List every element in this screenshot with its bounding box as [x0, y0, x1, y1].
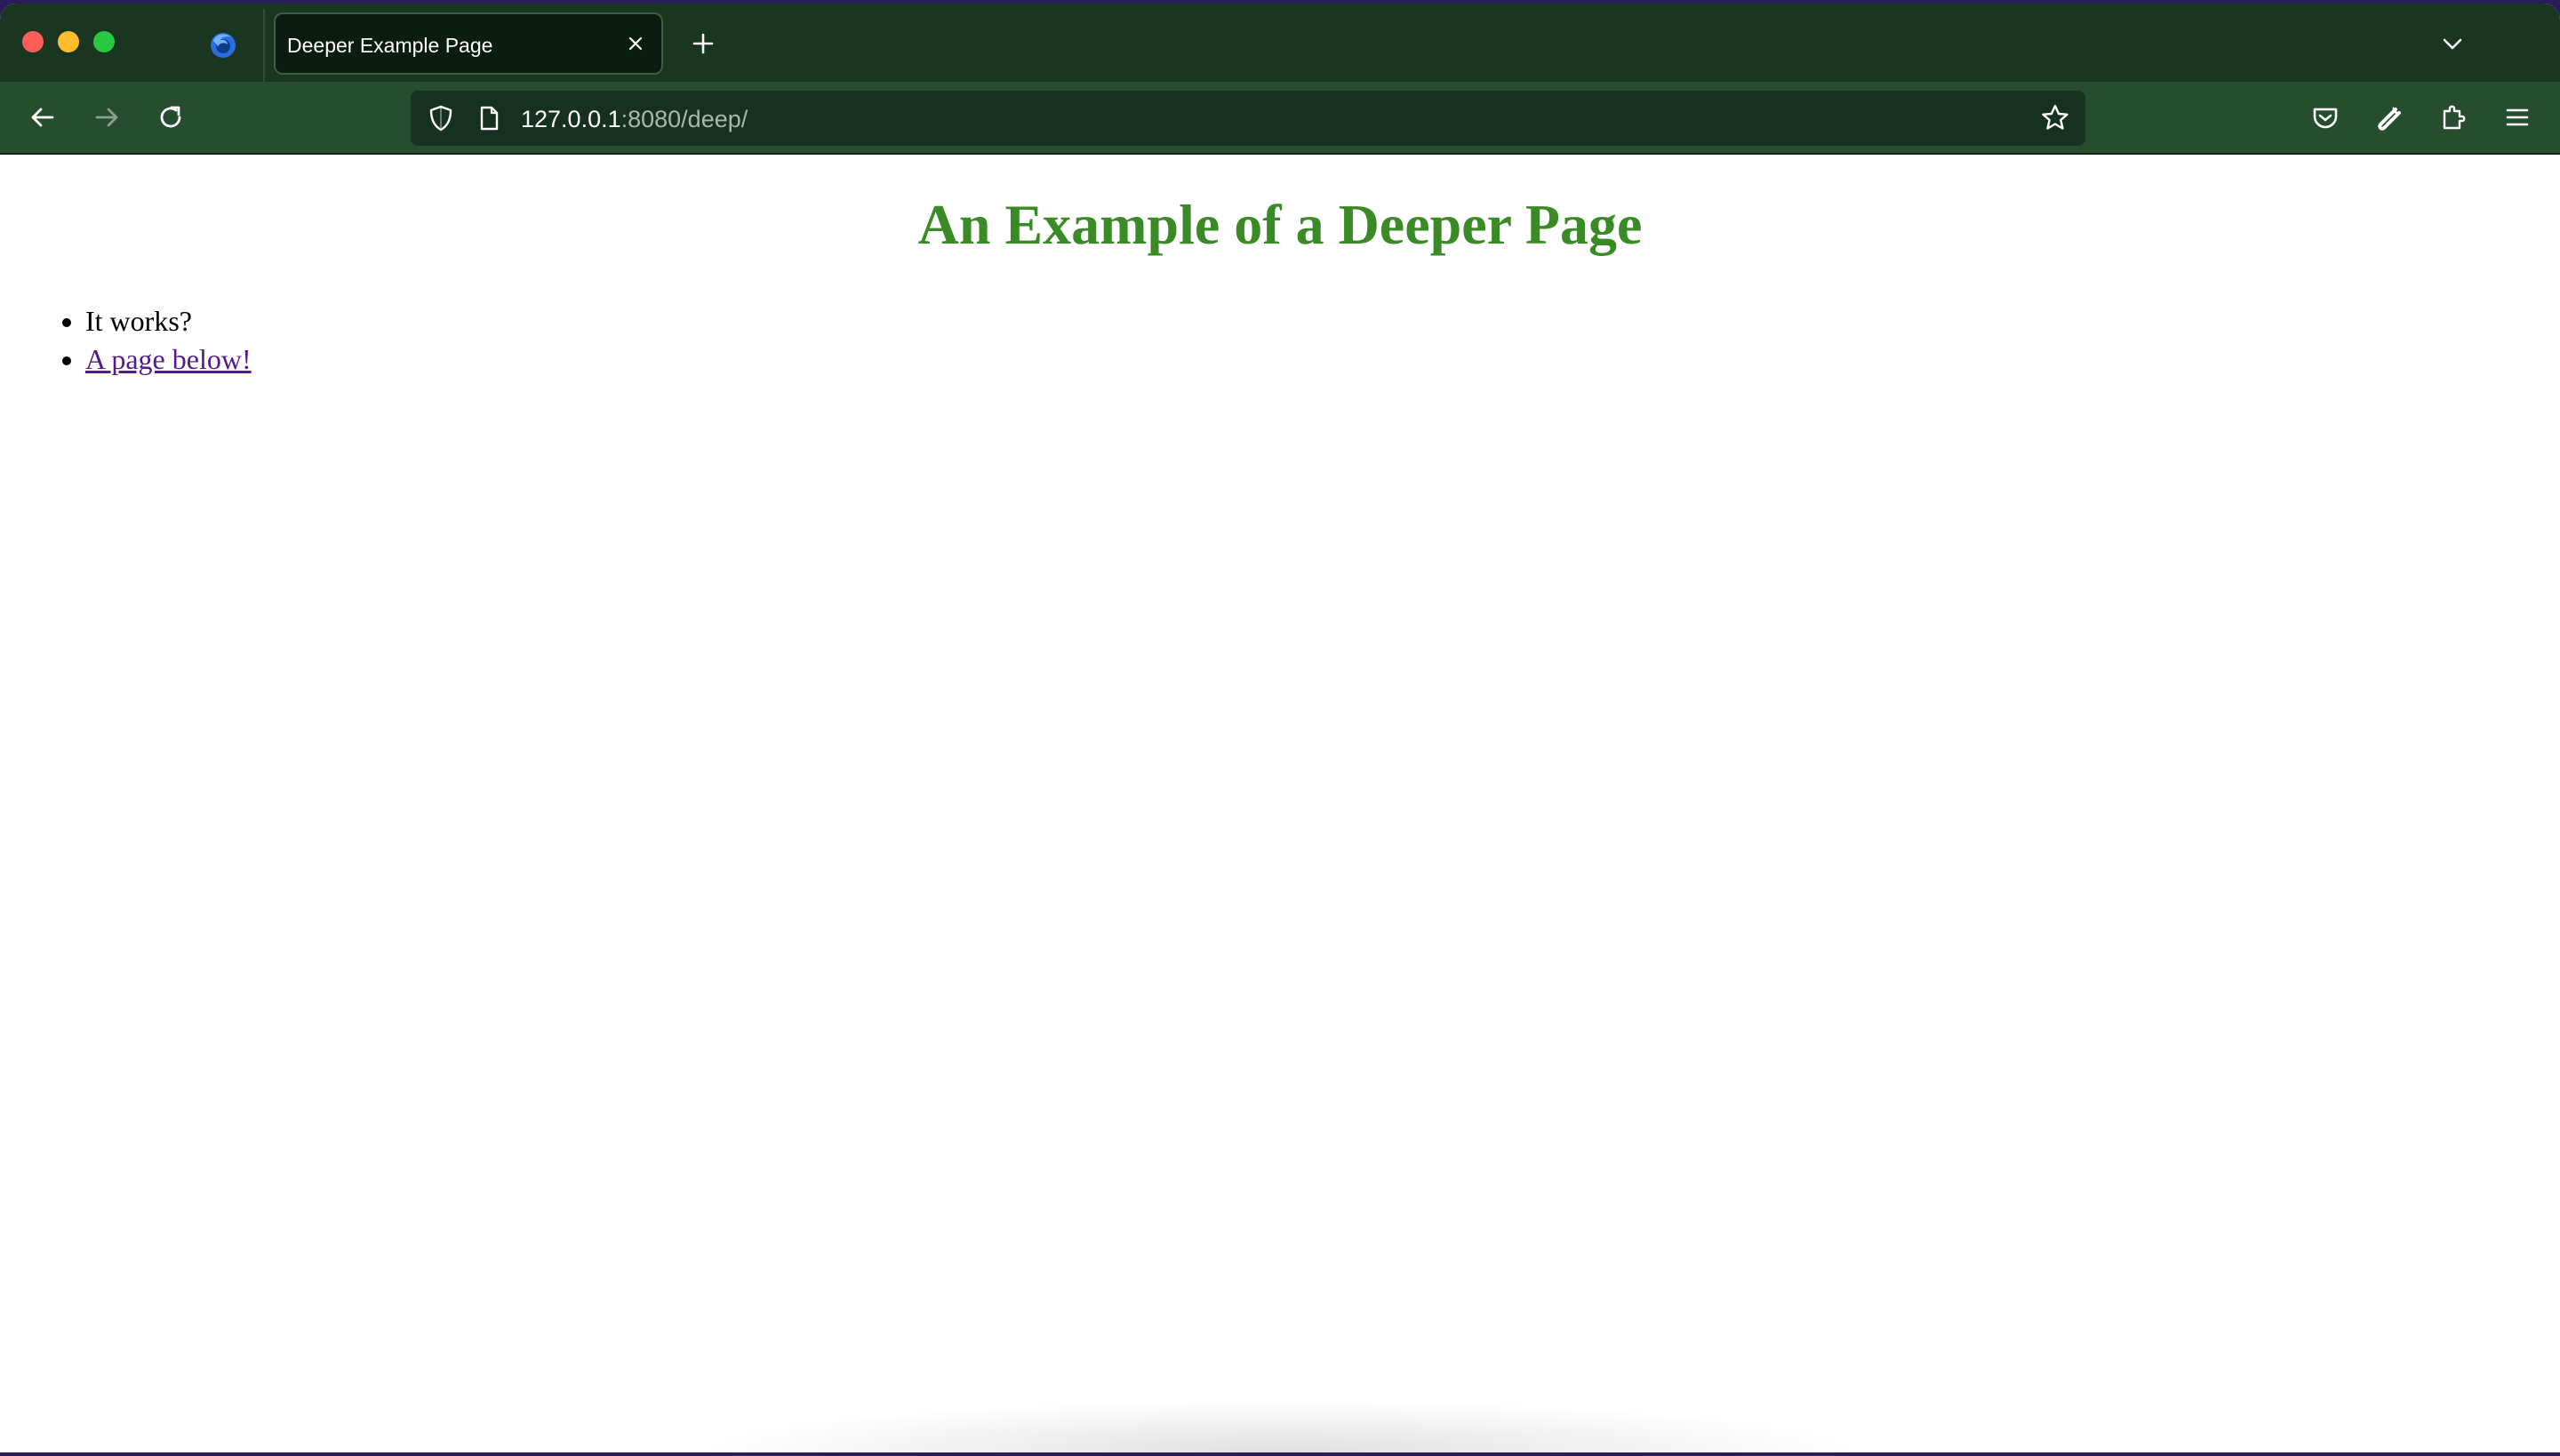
wrench-icon[interactable] [2372, 100, 2407, 135]
tab-active[interactable]: Deeper Example Page [274, 12, 663, 75]
pocket-icon[interactable] [2308, 100, 2343, 135]
page-heading: An Example of a Deeper Page [917, 193, 1643, 256]
shield-icon[interactable] [423, 100, 459, 136]
list-item-it-works: It works? [85, 302, 252, 340]
page-below-link[interactable]: A page below! [85, 343, 252, 375]
page-list: It works? A page below! [85, 302, 252, 379]
list-item-text: It works? [85, 305, 192, 337]
url-path: :8080/deep/ [620, 106, 748, 132]
firefox-view-icon[interactable] [208, 30, 238, 60]
bookmark-star-icon[interactable] [2037, 100, 2073, 136]
back-icon[interactable] [25, 100, 60, 135]
window-close-button[interactable] [22, 31, 44, 52]
page-icon[interactable] [471, 100, 507, 136]
list-item-page-below: A page below! [85, 340, 252, 379]
close-tab-icon[interactable] [620, 28, 651, 59]
page-content: An Example of a Deeper Page It works? A … [0, 155, 2560, 1452]
bottom-shadow [693, 1399, 1867, 1452]
window-minimize-button[interactable] [58, 31, 79, 52]
new-tab-plus-icon[interactable] [688, 28, 718, 59]
tab-title: Deeper Example Page [287, 34, 493, 57]
extensions-icon[interactable] [2436, 100, 2471, 135]
list-all-tabs-chevron-icon[interactable] [2437, 28, 2468, 59]
url-host: 127.0.0.1 [521, 106, 621, 132]
tab-strip-divider [263, 9, 265, 82]
forward-icon[interactable] [89, 100, 124, 135]
reload-icon[interactable] [153, 100, 188, 135]
url-bar[interactable]: 127.0.0.1:8080/deep/ [411, 91, 2085, 146]
window-maximize-button[interactable] [93, 31, 115, 52]
navigation-toolbar: 127.0.0.1:8080/deep/ [0, 82, 2560, 155]
browser-window: Deeper Example Page 127.0.0.1:8080/deep/… [0, 4, 2560, 1452]
url-text[interactable]: 127.0.0.1:8080/deep/ [521, 106, 748, 133]
menu-icon[interactable] [2500, 100, 2535, 135]
tab-strip: Deeper Example Page [0, 4, 2560, 82]
